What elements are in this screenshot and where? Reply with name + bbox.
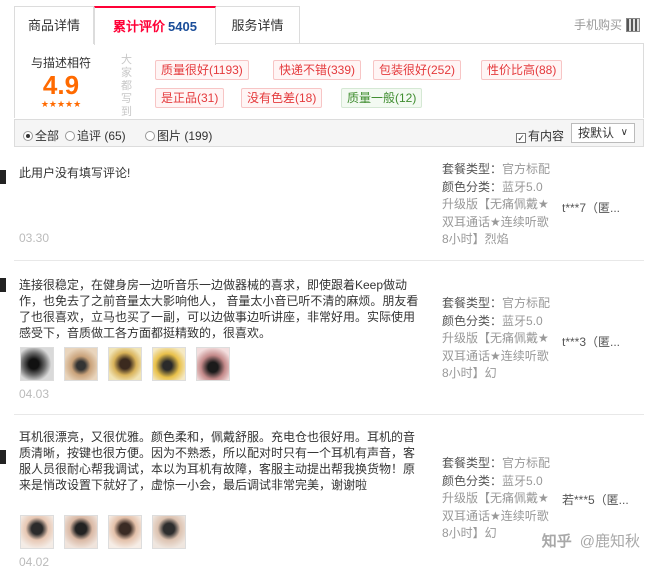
review-photo[interactable]: [20, 515, 54, 549]
sku-extra: 升级版【无痛佩戴★双耳通话★连续听歌8小时】烈焰: [442, 197, 549, 246]
chevron-down-icon: ∨: [620, 127, 628, 138]
rating-summary: 与描述相符 4.9 ★★★★★ 大家都写到 质量很好(1193) 快递不错(33…: [14, 44, 644, 118]
review-photos: [20, 515, 200, 549]
impression-tag[interactable]: 性价比高(88): [481, 60, 563, 80]
left-edge-marker: [0, 170, 6, 184]
radio-icon: [65, 131, 75, 141]
sku-color: 颜色分类：蓝牙5.0: [442, 313, 543, 328]
impression-tag[interactable]: 质量一般(12): [341, 88, 423, 108]
review-photo[interactable]: [108, 347, 142, 381]
tab-bar: 商品详情 累计评价 5405 服务详情 手机购买: [14, 6, 644, 45]
tab-service-detail[interactable]: 服务详情: [216, 6, 300, 44]
review-photo[interactable]: [108, 515, 142, 549]
review-text: 连接很稳定，在健身房一边听音乐一边做器械的喜求，即使跟着Keep做动作，也免去了…: [19, 278, 419, 340]
review-photo[interactable]: [196, 347, 230, 381]
zhihu-logo: 知乎: [541, 533, 572, 550]
review-photo[interactable]: [152, 515, 186, 549]
qr-code-icon: [626, 18, 640, 32]
impression-tag[interactable]: 快递不错(339): [273, 60, 362, 80]
filter-append-label: 追评 (65): [77, 129, 126, 143]
review-photos: [20, 347, 240, 381]
left-edge-marker: [0, 278, 6, 292]
sku-package: 套餐类型：官方标配: [442, 456, 551, 470]
checkbox-checked-icon: ✓: [516, 133, 526, 143]
impression-tag[interactable]: 没有色差(18): [241, 88, 323, 108]
reviewer-name: t***7（匿...: [562, 201, 621, 215]
sku-extra: 升级版【无痛佩戴★双耳通话★连续听歌8小时】幻: [442, 331, 549, 380]
tab-reviews-count: 5405: [168, 19, 197, 34]
reviewer-name: 若***5（匿...: [562, 493, 629, 507]
review-photo[interactable]: [64, 515, 98, 549]
has-content-checkbox[interactable]: ✓ 有内容: [516, 127, 564, 144]
sku-extra: 升级版【无痛佩戴★双耳通话★连续听歌8小时】幻: [442, 491, 549, 540]
reviewer-name: t***3（匿...: [562, 335, 621, 349]
impression-tag[interactable]: 质量很好(1193): [155, 60, 249, 80]
impression-tag[interactable]: 是正品(31): [155, 88, 225, 108]
tab-product-detail[interactable]: 商品详情: [14, 6, 94, 44]
filter-all-radio[interactable]: 全部: [23, 127, 59, 144]
review-photo[interactable]: [152, 347, 186, 381]
sort-label: 按默认: [578, 126, 615, 140]
review-date: 04.03: [19, 387, 50, 401]
rating-score: 4.9: [42, 70, 80, 100]
review-filter-bar: 全部 追评 (65) 图片 (199) ✓ 有内容 按默认 ∨: [14, 119, 644, 147]
watermark: 知乎 @鹿知秋: [542, 530, 640, 551]
review-date: 03.30: [19, 231, 50, 245]
review-photo[interactable]: [20, 347, 54, 381]
impression-tag[interactable]: 包装很好(252): [373, 60, 462, 80]
sku-color: 颜色分类：蓝牙5.0: [442, 179, 543, 194]
review-date: 04.02: [19, 555, 50, 568]
review-text: 耳机很漂亮，又很优雅。颜色柔和，佩戴舒服。充电仓也很好用。耳机的音质清晰，按键也…: [19, 430, 416, 492]
star-icons: ★★★★★: [40, 99, 82, 109]
rating-box: 与描述相符 4.9 ★★★★★: [15, 44, 107, 118]
rating-label: 与描述相符: [30, 56, 91, 70]
tab-reviews-label: 累计评价: [113, 19, 166, 34]
filter-all-label: 全部: [35, 129, 60, 143]
sku-color: 颜色分类：蓝牙5.0: [442, 473, 543, 488]
watermark-author: @鹿知秋: [579, 533, 640, 550]
filter-images-label: 图片 (199): [157, 129, 213, 143]
radio-icon: [145, 131, 155, 141]
review-sku-info: 套餐类型：官方标配 颜色分类：蓝牙5.0 升级版【无痛佩戴★双耳通话★连续听歌8…: [442, 161, 554, 249]
review-item: 此用户没有填写评论! 03.30 套餐类型：官方标配 颜色分类：蓝牙5.0 升级…: [14, 147, 644, 261]
review-photo[interactable]: [64, 347, 98, 381]
sku-package: 套餐类型：官方标配: [442, 162, 551, 176]
sort-dropdown[interactable]: 按默认 ∨: [571, 123, 635, 143]
mobile-buy-label: 手机购买: [573, 18, 622, 32]
radio-selected-icon: [23, 131, 33, 141]
tab-reviews[interactable]: 累计评价 5405: [94, 6, 216, 45]
left-edge-marker: [0, 450, 6, 464]
filter-images-radio[interactable]: 图片 (199): [145, 127, 212, 144]
review-item: 连接很稳定，在健身房一边听音乐一边做器械的喜求，即使跟着Keep做动作，也免去了…: [14, 261, 644, 415]
impressions-label: 大家都写到: [121, 54, 132, 118]
has-content-label: 有内容: [528, 129, 565, 143]
review-sku-info: 套餐类型：官方标配 颜色分类：蓝牙5.0 升级版【无痛佩戴★双耳通话★连续听歌8…: [442, 295, 554, 383]
review-text: 此用户没有填写评论!: [19, 166, 131, 180]
sku-package: 套餐类型：官方标配: [442, 296, 551, 310]
mobile-buy-link[interactable]: 手机购买: [574, 6, 640, 44]
filter-append-radio[interactable]: 追评 (65): [65, 127, 126, 144]
review-sku-info: 套餐类型：官方标配 颜色分类：蓝牙5.0 升级版【无痛佩戴★双耳通话★连续听歌8…: [442, 455, 554, 543]
